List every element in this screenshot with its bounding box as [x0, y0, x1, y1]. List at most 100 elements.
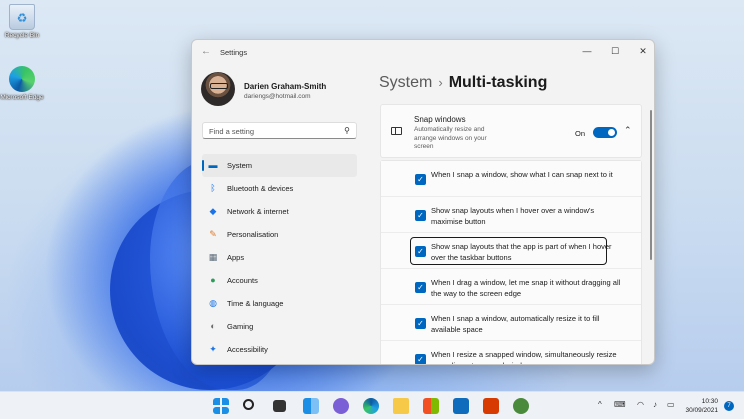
sidebar-nav: ▬ System ᛒ Bluetooth & devices ◆ Network… — [202, 154, 357, 361]
sidebar-item-gaming[interactable]: ◐ Gaming — [202, 315, 357, 338]
battery-icon[interactable]: ▭ — [667, 400, 675, 409]
tray-overflow-icon[interactable]: ^ — [598, 400, 602, 409]
scrollbar[interactable] — [650, 110, 652, 260]
teams-chat-icon[interactable] — [333, 398, 349, 414]
checkbox[interactable]: ✓ — [415, 210, 426, 221]
clock-date: 30/09/2021 — [685, 407, 718, 414]
search-icon[interactable]: ⚲ — [344, 126, 350, 135]
search-icon[interactable] — [243, 399, 254, 410]
gamepad-icon: ◐ — [210, 321, 216, 331]
monitor-icon: ▬ — [208, 160, 218, 170]
window-title: Settings — [220, 48, 248, 57]
snap-windows-header[interactable]: Snap windows Automatically resize and ar… — [380, 104, 642, 158]
sidebar-item-label: Network & internet — [227, 207, 289, 216]
desktop-icon-edge[interactable]: Microsoft Edge — [0, 66, 44, 101]
search-input[interactable]: Find a setting ⚲ — [202, 122, 357, 139]
sidebar-item-bluetooth[interactable]: ᛒ Bluetooth & devices — [202, 177, 357, 200]
wifi-icon[interactable]: ◠ — [637, 400, 644, 409]
edge-icon[interactable] — [363, 398, 379, 414]
desktop-icon-label: Recycle Bin — [4, 32, 40, 39]
title-bar[interactable]: ← Settings — ☐ ✕ — [192, 40, 654, 64]
snap-option[interactable]: ✓ Show snap layouts that the app is part… — [381, 233, 641, 269]
option-label: When I resize a snapped window, simultan… — [431, 350, 617, 364]
breadcrumb-separator: › — [438, 75, 443, 90]
taskbar: ^ ⌨ ◠ ♪ ▭ 10:30 30/09/2021 7 — [0, 391, 744, 419]
taskbar-clock[interactable]: 10:30 30/09/2021 — [684, 397, 718, 415]
avatar[interactable] — [201, 72, 235, 106]
snap-option[interactable]: ✓ When I resize a snapped window, simult… — [381, 341, 641, 364]
maximize-button[interactable]: ☐ — [604, 44, 626, 58]
sidebar-item-personalisation[interactable]: ✎ Personalisation — [202, 223, 357, 246]
task-view-icon[interactable] — [273, 400, 286, 412]
sidebar-item-label: Bluetooth & devices — [227, 184, 294, 193]
toggle-state-label: On — [575, 129, 586, 138]
option-label: When I drag a window, let me snap it wit… — [431, 278, 621, 298]
option-label: Show snap layouts when I hover over a wi… — [431, 206, 595, 226]
xbox-icon[interactable] — [513, 398, 529, 414]
snap-option[interactable]: ✓ When I snap a window, automatically re… — [381, 305, 641, 341]
sidebar-item-network[interactable]: ◆ Network & internet — [202, 200, 357, 223]
sidebar-item-label: Personalisation — [227, 230, 279, 239]
settings-window: ← Settings — ☐ ✕ Darien Graham-Smith dar… — [191, 39, 655, 365]
sidebar-item-accounts[interactable]: ● Accounts — [202, 269, 357, 292]
recycle-bin-icon — [9, 4, 35, 30]
option-label: When I snap a window, show what I can sn… — [431, 170, 613, 179]
office-icon[interactable] — [483, 398, 499, 414]
notification-badge[interactable]: 7 — [724, 401, 734, 411]
sidebar-item-label: Accessibility — [227, 345, 268, 354]
profile-name: Darien Graham-Smith — [244, 82, 327, 91]
sidebar-item-label: Apps — [227, 253, 245, 262]
close-button[interactable]: ✕ — [632, 44, 654, 58]
search-placeholder: Find a setting — [209, 127, 255, 136]
apps-icon: ▦ — [208, 252, 218, 262]
clock-time: 10:30 — [701, 398, 718, 405]
person-icon: ● — [210, 275, 216, 285]
breadcrumb: System › Multi-tasking — [379, 74, 547, 92]
volume-icon[interactable]: ♪ — [653, 400, 657, 409]
globe-clock-icon: ◍ — [209, 298, 217, 308]
minimize-button[interactable]: — — [576, 44, 598, 58]
mail-icon[interactable] — [453, 398, 469, 414]
checkbox[interactable]: ✓ — [415, 354, 426, 364]
snap-options-list: ✓ When I snap a window, show what I can … — [380, 160, 642, 364]
wifi-icon: ◆ — [209, 206, 217, 216]
sidebar-item-accessibility[interactable]: ✦ Accessibility — [202, 338, 357, 361]
start-icon-lower — [213, 407, 229, 414]
sidebar-item-time-language[interactable]: ◍ Time & language — [202, 292, 357, 315]
checkbox[interactable]: ✓ — [415, 282, 426, 293]
profile-email: dariengs@hotmail.com — [244, 93, 311, 100]
settings-panel: Snap windows Automatically resize and ar… — [380, 104, 642, 364]
snap-option[interactable]: ✓ When I snap a window, show what I can … — [381, 161, 641, 197]
checkbox[interactable]: ✓ — [415, 246, 426, 257]
option-label: When I snap a window, automatically resi… — [431, 314, 600, 334]
sidebar-item-label: Gaming — [227, 322, 254, 331]
sidebar-item-label: System — [227, 161, 253, 170]
snap-windows-description: Automatically resize and arrange windows… — [414, 126, 487, 150]
snap-windows-title: Snap windows — [414, 115, 466, 124]
accessibility-icon: ✦ — [209, 344, 217, 354]
sidebar-item-label: Time & language — [227, 299, 284, 308]
chevron-up-icon[interactable]: ⌃ — [624, 125, 632, 136]
sidebar-item-label: Accounts — [227, 276, 258, 285]
brush-icon: ✎ — [209, 229, 217, 239]
snap-windows-toggle[interactable] — [593, 127, 617, 138]
snap-layout-icon — [391, 127, 402, 135]
snap-option[interactable]: ✓ Show snap layouts when I hover over a … — [381, 197, 641, 233]
snap-option[interactable]: ✓ When I drag a window, let me snap it w… — [381, 269, 641, 305]
desktop-icon-recycle-bin[interactable]: Recycle Bin — [0, 4, 44, 39]
page-title: Multi-tasking — [448, 74, 548, 91]
file-explorer-icon[interactable] — [393, 398, 409, 414]
bluetooth-icon: ᛒ — [210, 183, 216, 193]
edge-icon — [9, 66, 35, 92]
option-label: Show snap layouts that the app is part o… — [431, 242, 612, 262]
store-icon[interactable] — [423, 398, 439, 414]
checkbox[interactable]: ✓ — [415, 318, 426, 329]
back-arrow-icon[interactable]: ← — [201, 46, 211, 57]
touch-keyboard-icon[interactable]: ⌨ — [614, 400, 626, 409]
breadcrumb-parent[interactable]: System — [379, 74, 432, 91]
checkbox[interactable]: ✓ — [415, 174, 426, 185]
sidebar-item-apps[interactable]: ▦ Apps — [202, 246, 357, 269]
widgets-icon[interactable] — [303, 398, 319, 414]
sidebar-item-system[interactable]: ▬ System — [202, 154, 357, 177]
desktop-icon-label: Microsoft Edge — [0, 94, 44, 101]
